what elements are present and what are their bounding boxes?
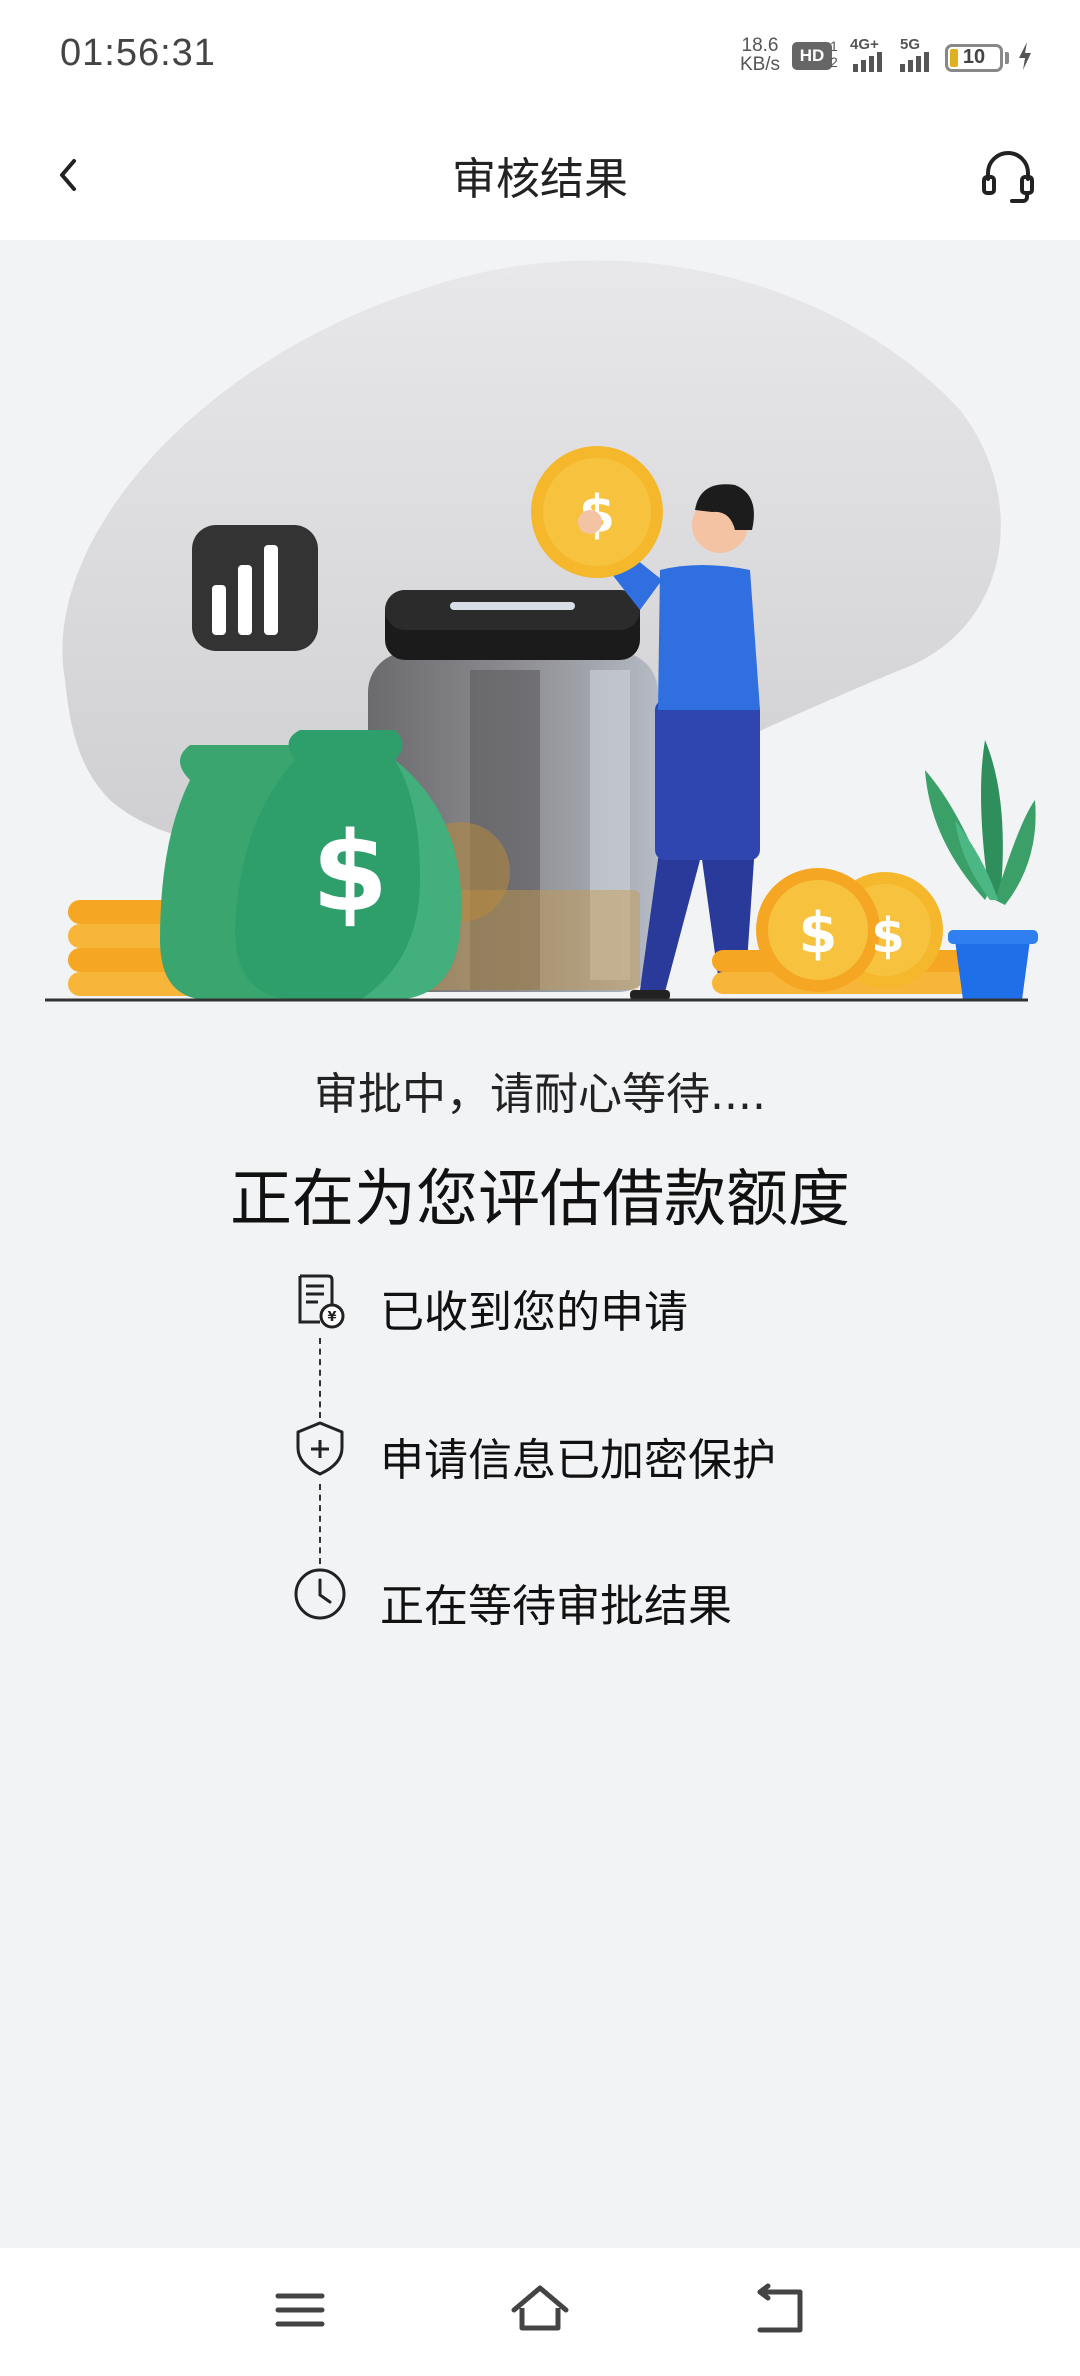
signal-strength-1-icon [853, 52, 882, 72]
network-speed: 18.6 KB/s [735, 36, 785, 74]
svg-text:$: $ [312, 808, 389, 936]
battery-icon: 10 [945, 44, 1003, 72]
progress-steps: ¥ 已收到您的申请 申请信息已加密保护 正在等待审批结果 [290, 1270, 890, 1650]
menu-button[interactable] [268, 2278, 332, 2342]
hd-voice-badge: HD [792, 42, 832, 70]
shield-plus-icon [296, 1421, 344, 1476]
sim-slots: 1 2 [830, 38, 838, 70]
status-time: 01:56:31 [60, 32, 216, 74]
step-label: 申请信息已加密保护 [380, 1435, 776, 1486]
status-subtitle: 审批中，请耐心等待.... [314, 1069, 766, 1120]
home-button[interactable] [508, 2278, 572, 2342]
charging-bolt-icon [1019, 42, 1031, 70]
step-waiting: 正在等待审批结果 [290, 1564, 890, 1634]
network-speed-value: 18.6 [741, 35, 779, 56]
back-arrow-icon [757, 2283, 803, 2333]
svg-text:$: $ [871, 908, 904, 964]
headset-icon [982, 151, 1034, 203]
svg-text:¥: ¥ [327, 1310, 336, 1325]
menu-icon [275, 2293, 325, 2327]
step-label: 正在等待审批结果 [380, 1581, 732, 1632]
battery-cap [1005, 52, 1009, 64]
step-encrypted: 申请信息已加密保护 [290, 1418, 890, 1488]
hero-illustration: $ $ $ $ [0, 240, 1080, 1010]
network-speed-unit: KB/s [739, 54, 781, 75]
battery-level: 10 [962, 46, 986, 68]
system-back-button[interactable] [748, 2278, 812, 2342]
page-title: 审核结果 [452, 154, 628, 205]
svg-text:$: $ [799, 901, 838, 966]
step-connector [319, 1338, 321, 1418]
sim-slot-1: 1 [830, 38, 838, 54]
home-icon [511, 2285, 569, 2331]
held-coin: $ [531, 446, 663, 578]
step-received: ¥ 已收到您的申请 [290, 1270, 890, 1340]
app-header: 审核结果 [0, 115, 1080, 240]
receipt-yen-icon: ¥ [298, 1274, 345, 1329]
signal-strength-2-icon [900, 52, 929, 72]
step-connector [319, 1484, 321, 1564]
sim-slot-2: 2 [830, 54, 838, 70]
clock-icon [294, 1568, 346, 1620]
customer-service-button[interactable] [976, 143, 1040, 207]
status-bar: 01:56:31 18.6 KB/s HD 1 2 4G+ 5G 10 [0, 0, 1080, 115]
money-jar-illustration: $ $ $ $ [45, 260, 1038, 1002]
system-navigation-bar [0, 2248, 1080, 2376]
bar-chart-icon [192, 525, 318, 651]
status-headline: 正在为您评估借款额度 [229, 1162, 850, 1235]
step-label: 已收到您的申请 [380, 1287, 688, 1338]
